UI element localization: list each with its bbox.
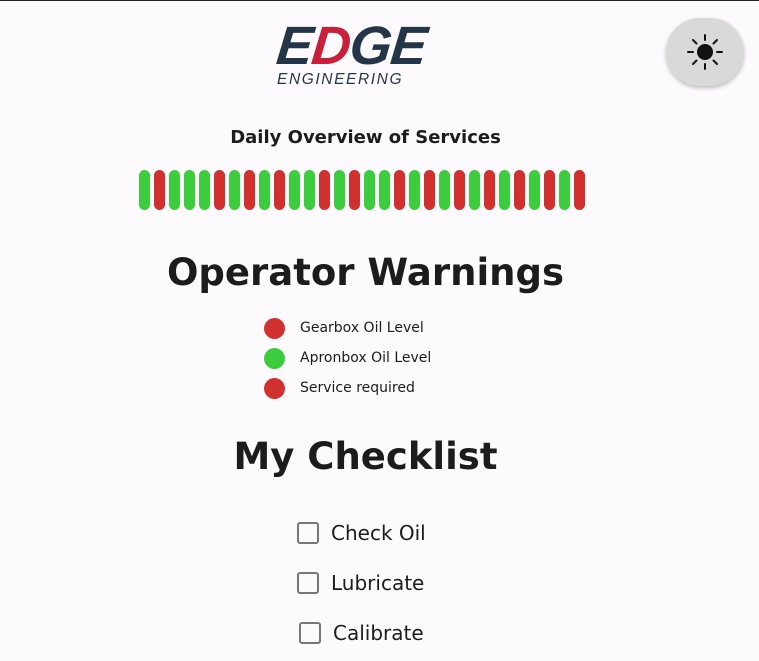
operator-warnings-title: Operator Warnings — [166, 251, 565, 294]
service-status-tick — [499, 170, 510, 210]
service-status-tick — [244, 170, 255, 210]
service-status-tick — [184, 170, 195, 210]
warning-item-service-required: Service required — [264, 373, 431, 403]
edge-engineering-logo: EDGE ENGINEERING — [274, 16, 455, 89]
service-status-tick — [199, 170, 210, 210]
checklist-item-label: Calibrate — [333, 621, 424, 645]
sun-icon — [687, 34, 723, 70]
service-status-tick — [439, 170, 450, 210]
warning-item-gearbox-oil: Gearbox Oil Level — [264, 313, 431, 343]
status-dot-icon — [264, 317, 285, 339]
operator-warnings-list: Gearbox Oil Level Apronbox Oil Level Ser… — [264, 313, 431, 403]
checklist: Check Oil Lubricate Calibrate — [297, 508, 426, 658]
service-status-tick — [349, 170, 360, 210]
daily-services-status-bar — [139, 170, 585, 210]
service-status-tick — [304, 170, 315, 210]
service-status-tick — [319, 170, 330, 210]
service-status-tick — [229, 170, 240, 210]
service-status-tick — [409, 170, 420, 210]
checkbox[interactable] — [297, 522, 319, 544]
logo-tagline: ENGINEERING — [277, 71, 404, 88]
checklist-title: My Checklist — [233, 435, 498, 478]
warning-label: Service required — [300, 380, 415, 396]
service-status-tick — [139, 170, 150, 210]
warning-label: Gearbox Oil Level — [300, 320, 424, 336]
checklist-item-lubricate[interactable]: Lubricate — [297, 558, 426, 608]
service-status-tick — [454, 170, 465, 210]
service-status-tick — [169, 170, 180, 210]
service-status-tick — [274, 170, 285, 210]
overview-title: Daily Overview of Services — [230, 127, 501, 148]
warning-label: Apronbox Oil Level — [300, 350, 432, 366]
theme-toggle-button[interactable] — [666, 18, 744, 86]
checkbox[interactable] — [297, 572, 319, 594]
checklist-item-calibrate[interactable]: Calibrate — [297, 608, 426, 658]
service-status-tick — [574, 170, 585, 210]
logo-letters-ge: GE — [346, 16, 430, 76]
service-status-tick — [529, 170, 540, 210]
logo-letter-d: D — [308, 16, 354, 76]
service-status-tick — [469, 170, 480, 210]
checklist-item-label: Check Oil — [331, 521, 426, 545]
service-status-tick — [364, 170, 375, 210]
service-status-tick — [379, 170, 390, 210]
service-status-tick — [424, 170, 435, 210]
service-status-tick — [394, 170, 405, 210]
warning-item-apronbox-oil: Apronbox Oil Level — [264, 343, 431, 373]
service-status-tick — [214, 170, 225, 210]
service-status-tick — [334, 170, 345, 210]
service-status-tick — [544, 170, 555, 210]
checkbox[interactable] — [299, 622, 321, 644]
checklist-item-label: Lubricate — [331, 571, 425, 595]
status-dot-icon — [264, 347, 285, 369]
service-status-tick — [514, 170, 525, 210]
service-status-tick — [289, 170, 300, 210]
status-dot-icon — [264, 377, 285, 399]
service-status-tick — [259, 170, 270, 210]
service-status-tick — [484, 170, 495, 210]
logo-wordmark: EDGE — [274, 16, 430, 76]
service-status-tick — [559, 170, 570, 210]
service-status-tick — [154, 170, 165, 210]
checklist-item-check-oil[interactable]: Check Oil — [297, 508, 426, 558]
